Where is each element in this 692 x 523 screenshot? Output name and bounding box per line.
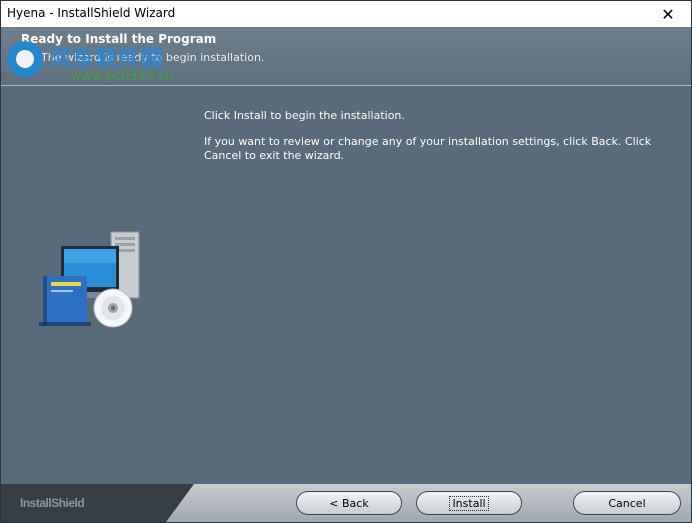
instruction-text: Click Install to begin the installation. <box>204 109 405 122</box>
close-icon[interactable]: ✕ <box>645 1 691 27</box>
install-button-label: Install <box>449 496 489 511</box>
computer-install-icon <box>39 231 140 328</box>
installshield-window: Hyena - InstallShield Wizard ✕ Ready to … <box>0 0 692 523</box>
wizard-content: Click Install to begin the installation.… <box>1 86 691 484</box>
title-bar[interactable]: Hyena - InstallShield Wizard ✕ <box>1 1 691 27</box>
watermark-url: www.pc0359.cn <box>71 69 174 84</box>
window-title: Hyena - InstallShield Wizard <box>7 6 176 20</box>
watermark-logo-icon <box>7 41 43 77</box>
installshield-brand: InstallShield <box>20 496 85 510</box>
back-button[interactable]: < Back <box>296 491 402 515</box>
wizard-header: Ready to Install the Program The wizard … <box>1 27 691 86</box>
install-button[interactable]: Install <box>416 491 522 515</box>
instruction-detail-text: If you want to review or change any of y… <box>204 135 652 162</box>
wizard-footer: InstallShield < Back Install Cancel <box>1 484 691 522</box>
cancel-button[interactable]: Cancel <box>573 491 681 515</box>
